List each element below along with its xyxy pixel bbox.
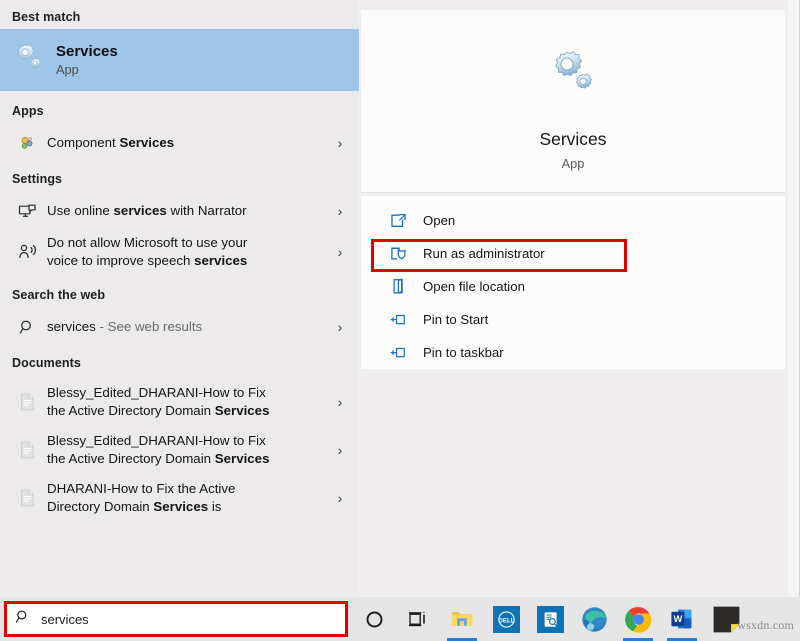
speech-setting-line1: Do not allow Microsoft to use your (47, 234, 331, 252)
chevron-right-icon[interactable]: › (331, 136, 349, 150)
taskbar-app-google-chrome[interactable] (616, 597, 660, 641)
result-component-services[interactable]: Component Services › (0, 126, 359, 160)
pin-icon (383, 313, 413, 327)
taskbar-search-area[interactable]: services (0, 597, 352, 641)
context-menu-label: Pin to Start (413, 312, 488, 327)
search-input-value[interactable]: services (31, 612, 89, 627)
context-menu-label: Open file location (413, 279, 525, 294)
app-preview-card: Services App (361, 10, 785, 193)
search-results-column[interactable]: Best match (0, 0, 359, 597)
site-watermark: wsxdn.com (737, 618, 794, 633)
group-heading-documents: Documents (0, 356, 359, 370)
windows-search-flyout-screen: Best match (0, 0, 800, 641)
context-menu-item-pin-to-start[interactable]: Pin to Start (361, 303, 785, 336)
component-services-icon (12, 135, 42, 152)
task-view-button[interactable] (396, 597, 440, 641)
narrator-setting-title: Use online services with Narrator (47, 202, 331, 220)
app-preview-column: Services App Open (359, 0, 800, 597)
best-match-subtitle: App (56, 62, 118, 78)
services-gears-icon (12, 41, 56, 80)
context-menu-item-open-file-location[interactable]: Open file location (361, 270, 785, 303)
group-heading-settings: Settings (0, 172, 359, 186)
narrator-setting-texts: Use online services with Narrator (42, 202, 331, 220)
chevron-right-icon[interactable]: › (331, 245, 349, 259)
document-3-line2: Directory Domain Services is (47, 498, 331, 516)
best-match-texts: Services App (56, 43, 118, 78)
taskbar-app-dell[interactable]: DELL (484, 597, 528, 641)
narrator-monitor-icon (12, 203, 42, 220)
search-input[interactable]: services (4, 601, 348, 637)
result-narrator-online-services[interactable]: Use online services with Narrator › (0, 194, 359, 228)
group-heading-apps: Apps (0, 104, 359, 118)
document-1-line1: Blessy_Edited_DHARANI-How to Fix (47, 384, 331, 402)
svg-text:W: W (673, 613, 682, 624)
speech-person-icon (12, 243, 42, 261)
document-1-texts: Blessy_Edited_DHARANI-How to Fix the Act… (42, 384, 331, 420)
component-services-title: Component Services (47, 134, 331, 152)
result-document-1[interactable]: Blessy_Edited_DHARANI-How to Fix the Act… (0, 378, 359, 426)
document-3-line1: DHARANI-How to Fix the Active (47, 480, 331, 498)
speech-setting-texts: Do not allow Microsoft to use your voice… (42, 234, 331, 270)
folder-open-location-icon (383, 278, 413, 295)
context-menu-item-open[interactable]: Open (361, 204, 785, 237)
document-2-texts: Blessy_Edited_DHARANI-How to Fix the Act… (42, 432, 331, 468)
taskbar-app-microsoft-edge[interactable] (572, 597, 616, 641)
context-menu-label: Open (413, 213, 455, 228)
document-1-line2: the Active Directory Domain Services (47, 402, 331, 420)
group-heading-best-match: Best match (0, 10, 359, 24)
component-services-texts: Component Services (42, 134, 331, 152)
open-window-icon (383, 213, 413, 229)
result-document-3[interactable]: DHARANI-How to Fix the Active Directory … (0, 474, 359, 522)
chevron-right-icon[interactable]: › (331, 443, 349, 457)
chevron-right-icon[interactable]: › (331, 395, 349, 409)
services-gears-icon (547, 10, 599, 103)
result-web-search-services[interactable]: services - See web results › (0, 310, 359, 344)
svg-text:DELL: DELL (498, 617, 514, 624)
document-3-texts: DHARANI-How to Fix the Active Directory … (42, 480, 331, 516)
context-menu-label: Run as administrator (413, 246, 545, 261)
context-menu-item-pin-to-taskbar[interactable]: Pin to taskbar (361, 336, 785, 369)
document-icon (12, 441, 42, 459)
document-2-line2: the Active Directory Domain Services (47, 450, 331, 468)
group-heading-search-the-web: Search the web (0, 288, 359, 302)
chevron-right-icon[interactable]: › (331, 204, 349, 218)
result-speech-services-setting[interactable]: Do not allow Microsoft to use your voice… (0, 228, 359, 276)
chevron-right-icon[interactable]: › (331, 320, 349, 334)
taskbar: services (0, 597, 800, 641)
search-flyout: Best match (0, 0, 800, 597)
app-context-menu[interactable]: Open Run as administrator (361, 196, 785, 369)
shield-admin-icon (383, 246, 413, 262)
taskbar-app-dell-support-assist[interactable] (528, 597, 572, 641)
web-search-title: services - See web results (47, 318, 331, 336)
cortana-button[interactable] (352, 597, 396, 641)
chevron-right-icon[interactable]: › (331, 491, 349, 505)
context-menu-item-run-as-administrator[interactable]: Run as administrator (361, 237, 785, 270)
taskbar-app-microsoft-word[interactable]: W (660, 597, 704, 641)
speech-setting-line2: voice to improve speech services (47, 252, 331, 270)
result-best-match-services[interactable]: Services App (0, 29, 359, 91)
web-search-texts: services - See web results (42, 318, 331, 336)
search-icon (15, 609, 31, 630)
document-icon (12, 393, 42, 411)
result-document-2[interactable]: Blessy_Edited_DHARANI-How to Fix the Act… (0, 426, 359, 474)
best-match-title: Services (56, 43, 118, 61)
taskbar-app-file-explorer[interactable] (440, 597, 484, 641)
document-2-line1: Blessy_Edited_DHARANI-How to Fix (47, 432, 331, 450)
preview-app-title: Services (361, 129, 785, 150)
context-menu-label: Pin to taskbar (413, 345, 504, 360)
document-icon (12, 489, 42, 507)
preview-app-subtitle: App (361, 156, 785, 171)
search-icon (12, 319, 42, 336)
pin-icon (383, 346, 413, 360)
